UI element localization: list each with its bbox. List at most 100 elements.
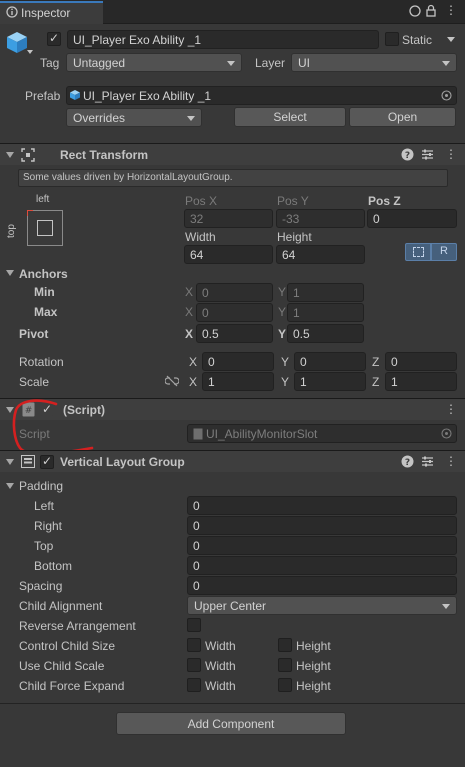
presets-icon[interactable] (421, 148, 434, 161)
scale-height-checkbox[interactable] (278, 658, 292, 672)
layer-dropdown[interactable]: UI (291, 53, 457, 72)
padding-left-field[interactable]: 0 (187, 496, 457, 515)
static-checkbox[interactable] (385, 32, 399, 46)
anchor-preset-button[interactable] (27, 210, 63, 246)
prefab-field[interactable]: UI_Player Exo Ability _1 (66, 86, 457, 105)
tag-dropdown[interactable]: Untagged (66, 53, 242, 72)
select-button[interactable]: Select (234, 107, 346, 127)
active-checkbox[interactable] (47, 31, 61, 46)
padding-foldout-icon[interactable] (6, 483, 14, 489)
info-icon (6, 6, 18, 18)
rot-y-field[interactable]: 0 (294, 352, 366, 371)
help-icon[interactable]: ? (401, 148, 414, 161)
svg-text:?: ? (405, 458, 410, 468)
anchor-max-y-label: Y (278, 305, 287, 319)
scale-x-field[interactable]: 1 (202, 372, 274, 391)
more-options-icon[interactable]: ⋮ (445, 3, 457, 17)
anchor-max-y-field[interactable]: 1 (287, 303, 364, 322)
anchor-max-x-label: X (185, 305, 194, 319)
layout-enabled-checkbox[interactable] (40, 454, 54, 469)
use-child-scale-label: Use Child Scale (19, 659, 105, 673)
help-icon[interactable]: ? (401, 455, 414, 468)
anchor-max-x-field[interactable]: 0 (196, 303, 273, 322)
control-height-label: Height (296, 639, 331, 653)
anchor-min-y-field[interactable]: 1 (287, 283, 364, 302)
lock-icon[interactable] (424, 4, 438, 18)
object-picker-icon[interactable] (441, 90, 452, 101)
expand-width-checkbox[interactable] (187, 678, 201, 692)
width-label: Width (185, 230, 216, 244)
layout-group-header[interactable]: Vertical Layout Group ? ⋮ (0, 450, 465, 472)
more-options-icon[interactable]: ⋮ (445, 147, 457, 161)
padding-right-field[interactable]: 0 (187, 516, 457, 535)
scale-width-checkbox[interactable] (187, 658, 201, 672)
scale-height-label: Height (296, 659, 331, 673)
pivot-label: Pivot (19, 327, 49, 341)
child-alignment-dropdown[interactable]: Upper Center (187, 596, 457, 615)
static-label: Static (402, 33, 433, 47)
foldout-icon[interactable] (6, 152, 14, 158)
anchor-rect-icon (37, 220, 53, 236)
width-field[interactable]: 64 (184, 245, 273, 264)
control-width-label: Width (205, 639, 236, 653)
add-component-button[interactable]: Add Component (116, 712, 346, 735)
tab-inspector[interactable]: Inspector (0, 1, 103, 24)
anchor-min-label: Min (34, 285, 55, 299)
control-width-checkbox[interactable] (187, 638, 201, 652)
reverse-arrangement-label: Reverse Arrangement (19, 619, 136, 633)
pivot-y-field[interactable]: 0.5 (287, 324, 364, 343)
control-height-checkbox[interactable] (278, 638, 292, 652)
spacing-field[interactable]: 0 (187, 576, 457, 595)
scale-z-field[interactable]: 1 (385, 372, 457, 391)
more-options-icon[interactable]: ⋮ (445, 402, 457, 416)
rot-x-field[interactable]: 0 (202, 352, 274, 371)
child-alignment-label: Child Alignment (19, 599, 103, 613)
height-field[interactable]: 64 (276, 245, 365, 264)
spacing-label: Spacing (19, 579, 63, 593)
anchors-label: Anchors (19, 267, 68, 281)
pos-x-field[interactable]: 32 (184, 209, 273, 228)
tab-label: Inspector (21, 6, 71, 20)
control-child-size-label: Control Child Size (19, 639, 116, 653)
prefab-icon (70, 90, 80, 100)
object-picker-icon[interactable] (441, 428, 452, 439)
padding-top-label: Top (34, 539, 54, 553)
rect-transform-header[interactable]: Rect Transform ? ⋮ (0, 143, 465, 165)
padding-top-field[interactable]: 0 (187, 536, 457, 555)
unlinked-scale-icon[interactable] (165, 375, 179, 387)
scale-y-field[interactable]: 1 (294, 372, 366, 391)
overrides-dropdown[interactable]: Overrides (66, 108, 202, 127)
reverse-arrangement-checkbox[interactable] (187, 618, 201, 632)
pos-z-label: Pos Z (368, 194, 401, 208)
scale-label: Scale (19, 375, 50, 389)
svg-text:?: ? (405, 151, 410, 161)
anchor-min-x-field[interactable]: 0 (196, 283, 273, 302)
static-dropdown[interactable] (447, 30, 461, 49)
anchor-min-y-label: Y (278, 285, 287, 299)
open-button[interactable]: Open (349, 107, 456, 127)
rot-y-label: Y (281, 355, 290, 369)
raw-edit-button[interactable]: R (431, 243, 457, 261)
expand-height-checkbox[interactable] (278, 678, 292, 692)
anchors-foldout-icon[interactable] (6, 270, 14, 276)
object-name-input[interactable]: UI_Player Exo Ability _1 (67, 30, 379, 49)
pivot-x-field[interactable]: 0.5 (196, 324, 273, 343)
script-value: UI_AbilityMonitorSlot (206, 427, 318, 441)
pos-y-field[interactable]: -33 (276, 209, 365, 228)
presets-icon[interactable] (421, 455, 434, 468)
gameobject-cube-icon (7, 32, 27, 53)
more-options-icon[interactable]: ⋮ (445, 454, 457, 468)
icon-dropdown-icon[interactable] (27, 50, 33, 54)
script-field[interactable]: UI_AbilityMonitorSlot (187, 424, 457, 443)
rot-z-field[interactable]: 0 (385, 352, 457, 371)
pos-z-field[interactable]: 0 (367, 209, 457, 228)
layer-label: Layer (255, 56, 286, 70)
padding-bottom-label: Bottom (34, 559, 73, 573)
circle-icon[interactable] (408, 4, 422, 18)
padding-label: Padding (19, 479, 64, 493)
blueprint-mode-button[interactable] (405, 243, 431, 261)
padding-bottom-field[interactable]: 0 (187, 556, 457, 575)
anchor-max-label: Max (34, 305, 58, 319)
foldout-icon[interactable] (6, 459, 14, 465)
rect-transform-icon (21, 148, 35, 162)
